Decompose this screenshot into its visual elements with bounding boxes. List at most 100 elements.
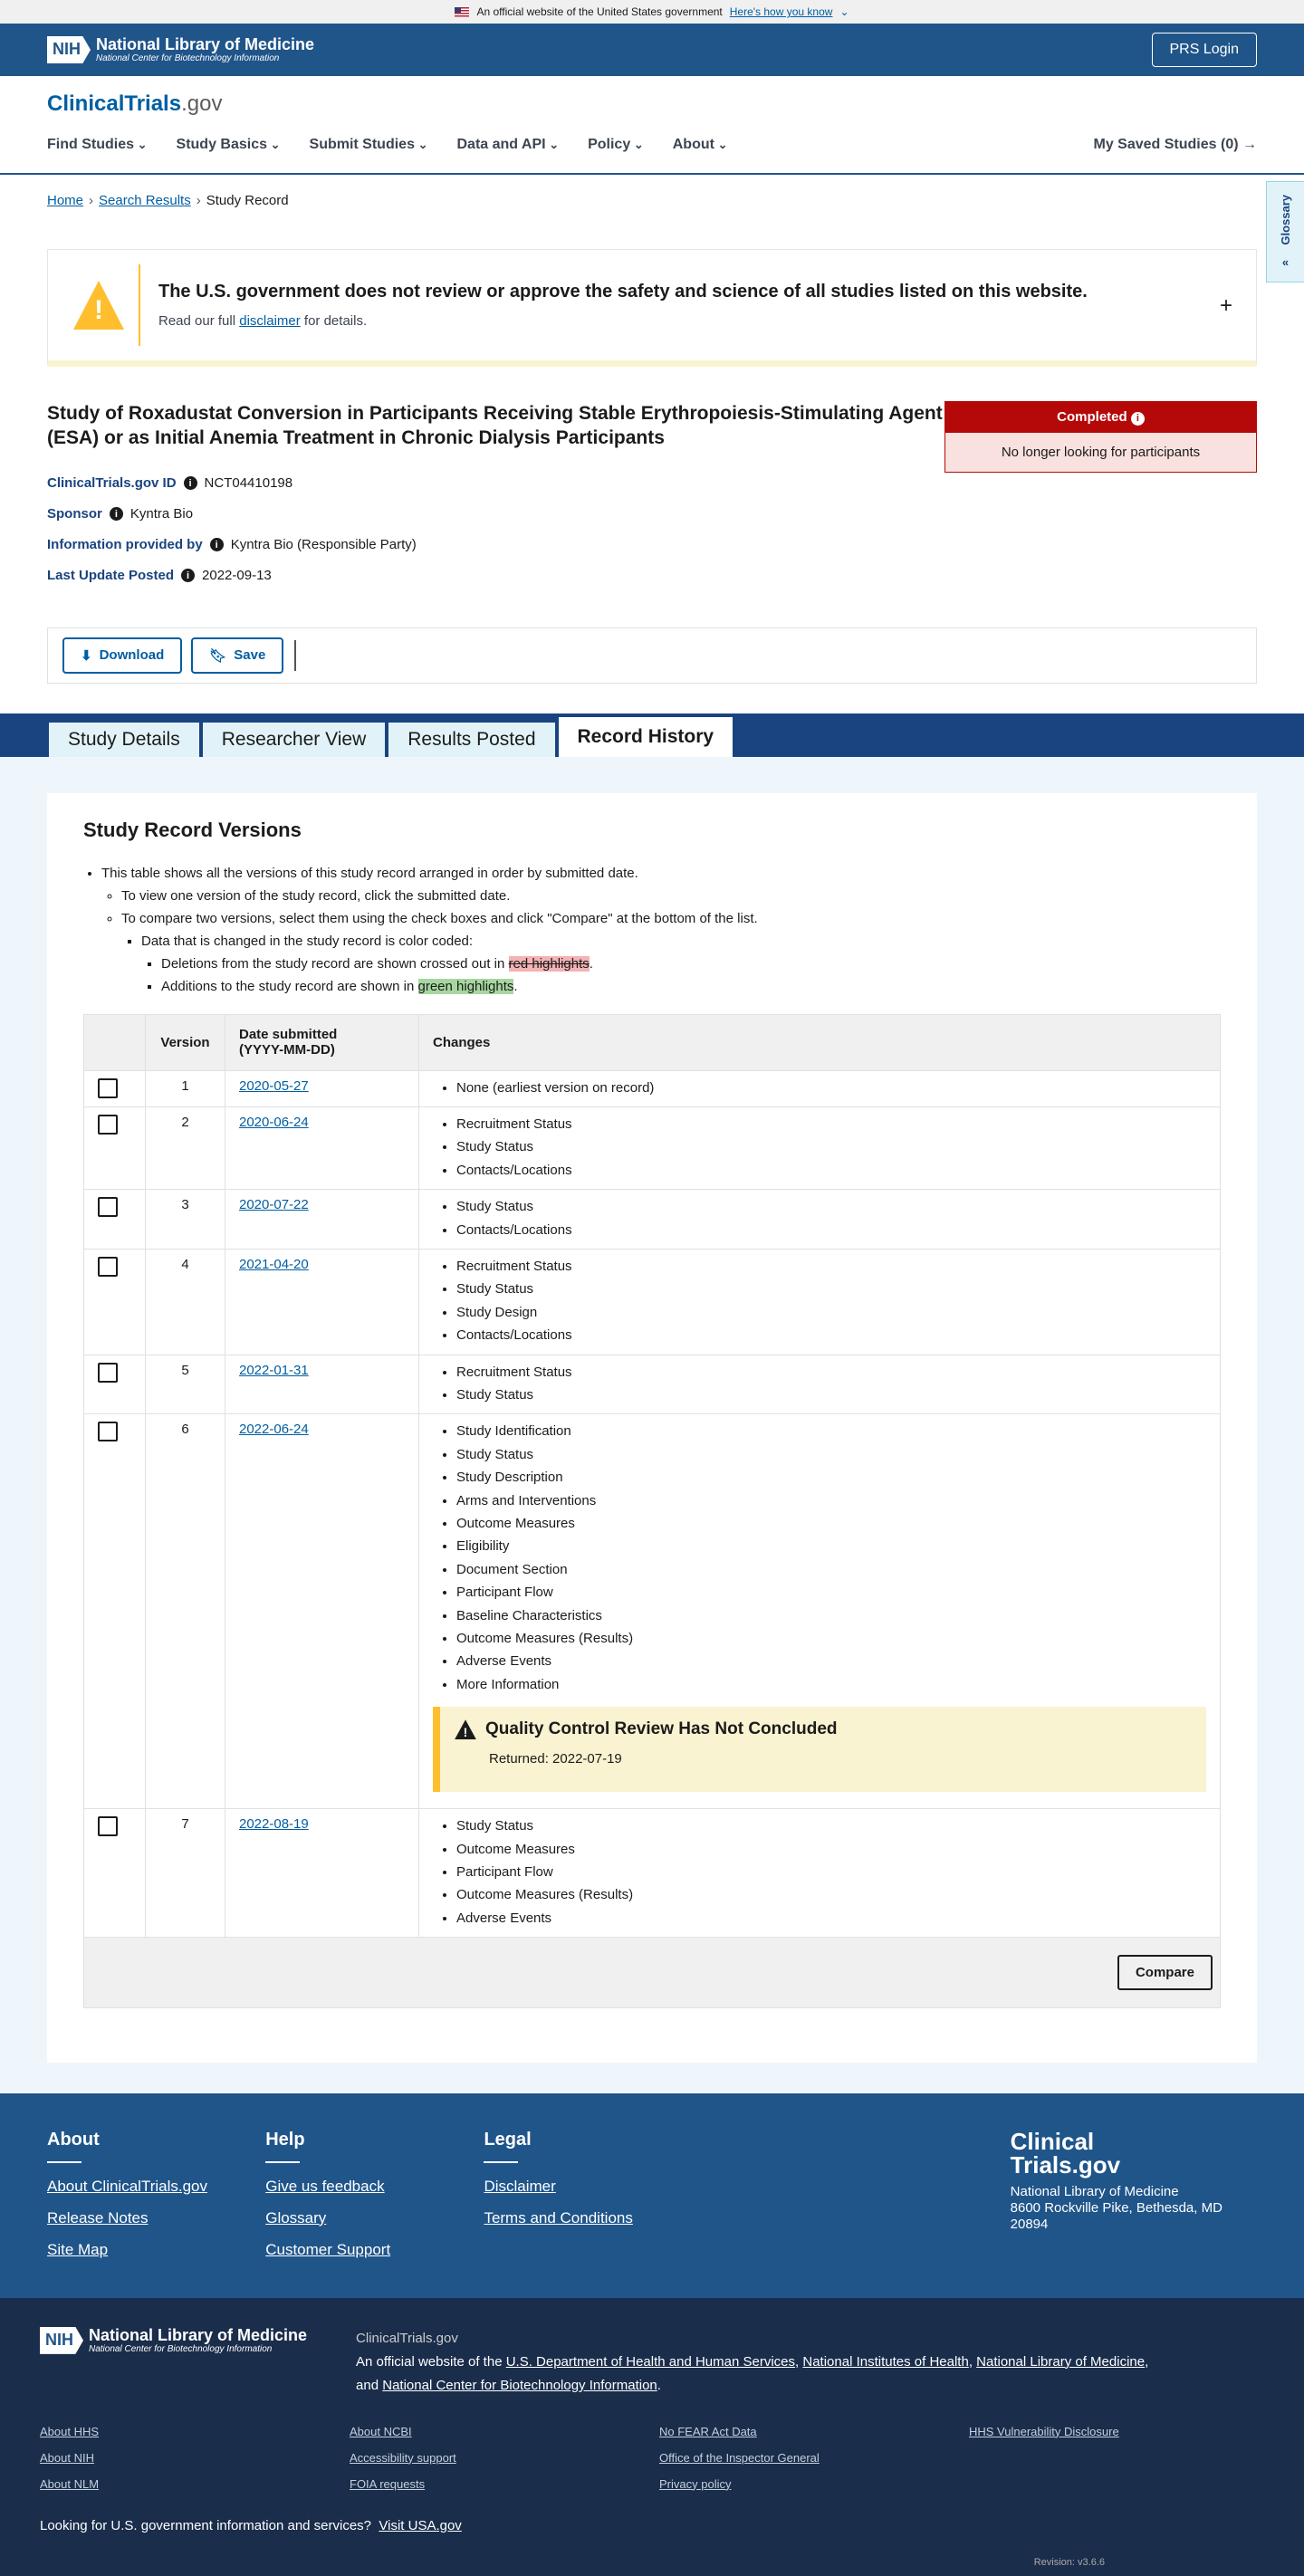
version-date-link[interactable]: 2020-05-27: [239, 1078, 309, 1094]
tab-researcher-view[interactable]: Researcher View: [200, 720, 388, 757]
logo-text: ClinicalTrials: [47, 91, 182, 116]
note-text: To compare two versions, select them usi…: [121, 910, 758, 926]
heres-how-link[interactable]: Here's how you know: [730, 5, 833, 18]
info-icon[interactable]: i: [1130, 411, 1145, 426]
hhs-link[interactable]: U.S. Department of Health and Human Serv…: [506, 2354, 795, 2370]
note: Deletions from the study record are show…: [161, 953, 1221, 975]
date-cell: 2022-08-19: [225, 1808, 419, 1939]
footer-link[interactable]: Glossary: [265, 2209, 484, 2227]
nav-about[interactable]: About: [673, 137, 728, 153]
version-checkbox[interactable]: [98, 1114, 118, 1135]
download-button[interactable]: ⬇ Download: [62, 637, 183, 674]
version-checkbox[interactable]: [98, 1362, 118, 1383]
info-icon[interactable]: i: [183, 476, 197, 490]
info-icon[interactable]: i: [209, 538, 224, 551]
date-cell: 2020-05-27: [225, 1069, 419, 1107]
note: This table shows all the versions of thi…: [101, 862, 1221, 998]
footer-gov-link[interactable]: About NCBI: [350, 2425, 659, 2438]
footer-link[interactable]: Release Notes: [47, 2209, 265, 2227]
footer-link[interactable]: Terms and Conditions: [484, 2209, 702, 2227]
footer-gov-link[interactable]: Privacy policy: [659, 2477, 969, 2491]
footer-gov-link[interactable]: Accessibility support: [350, 2451, 659, 2465]
footer-help-heading: Help: [265, 2129, 305, 2150]
version-date-link[interactable]: 2020-06-24: [239, 1115, 309, 1130]
footer-gov-link[interactable]: About NLM: [40, 2477, 350, 2491]
version-checkbox[interactable]: [98, 1256, 118, 1277]
nav-find-studies[interactable]: Find Studies: [47, 137, 148, 153]
changes-cell: Study StatusContacts/Locations: [418, 1189, 1221, 1250]
tab-results-posted[interactable]: Results Posted: [387, 720, 557, 757]
disclaimer-alert: ! The U.S. government does not review or…: [47, 249, 1257, 367]
version-checkbox[interactable]: [98, 1422, 118, 1442]
version-date-link[interactable]: 2022-08-19: [239, 1816, 309, 1832]
select-cell: [83, 1106, 146, 1191]
date-cell: 2022-06-24: [225, 1413, 419, 1810]
warning-icon: !: [73, 281, 124, 330]
prs-login-button[interactable]: PRS Login: [1151, 33, 1257, 67]
glossary-tab[interactable]: Glossary «: [1266, 181, 1304, 282]
footer-link[interactable]: Disclaimer: [484, 2178, 702, 2196]
footer-link[interactable]: Customer Support: [265, 2241, 484, 2259]
revision: Revision: v3.6.6: [1033, 2556, 1105, 2568]
main-nav: Find Studies Study Basics Submit Studies…: [47, 126, 1257, 173]
version-checkbox[interactable]: [98, 1197, 118, 1218]
change-item: Baseline Characteristics: [456, 1604, 1206, 1627]
version-date-link[interactable]: 2022-06-24: [239, 1422, 309, 1437]
nih-link[interactable]: National Institutes of Health: [802, 2354, 968, 2370]
study-title: Study of Roxadustat Conversion in Partic…: [47, 403, 943, 449]
version-checkbox[interactable]: [98, 1816, 118, 1837]
footer-gov-link[interactable]: No FEAR Act Data: [659, 2425, 969, 2438]
breadcrumb-search-results[interactable]: Search Results: [99, 193, 191, 208]
compare-button[interactable]: Compare: [1117, 1955, 1213, 1991]
expand-plus-icon[interactable]: +: [1220, 293, 1232, 319]
footer-address: 20894: [1010, 2216, 1049, 2232]
footer-link[interactable]: Give us feedback: [265, 2178, 484, 2196]
nlm-name: National Library of Medicine: [96, 34, 315, 53]
version-date-link[interactable]: 2022-01-31: [239, 1363, 309, 1378]
ncbi-link[interactable]: National Center for Biotechnology Inform…: [382, 2378, 657, 2393]
nlm-logo[interactable]: NIH National Library of Medicine Nationa…: [47, 34, 315, 63]
info-icon[interactable]: i: [109, 507, 123, 521]
info-icon[interactable]: i: [181, 569, 196, 582]
version-checkbox[interactable]: [98, 1077, 118, 1098]
tab-study-details[interactable]: Study Details: [47, 720, 201, 757]
footer-gov-link[interactable]: About HHS: [40, 2425, 350, 2438]
note: Additions to the study record are shown …: [161, 975, 1221, 998]
versions-table: Version Date submitted (YYYY-MM-DD) Chang…: [83, 1013, 1221, 2009]
meta-label: Sponsor: [47, 506, 102, 522]
nav-submit-studies[interactable]: Submit Studies: [310, 137, 428, 153]
version-date-link[interactable]: 2021-04-20: [239, 1257, 309, 1272]
footer-gov-link[interactable]: Office of the Inspector General: [659, 2451, 969, 2465]
footer-logo[interactable]: Clinical Trials.gov: [1011, 2130, 1257, 2177]
usa-gov-link[interactable]: Visit USA.gov: [379, 2518, 461, 2533]
version-number: 4: [145, 1248, 225, 1355]
footer-gov-link[interactable]: HHS Vulnerability Disclosure: [969, 2425, 1279, 2438]
meta-label: ClinicalTrials.gov ID: [47, 475, 177, 491]
nlm-footer-logo[interactable]: NIH National Library of Medicine Nationa…: [40, 2326, 307, 2354]
meta-label: Last Update Posted: [47, 568, 175, 583]
version-date-link[interactable]: 2020-07-22: [239, 1197, 309, 1212]
nlm-link[interactable]: National Library of Medicine: [976, 2354, 1145, 2370]
divider: [484, 2160, 519, 2163]
tab-record-history[interactable]: Record History: [556, 714, 735, 757]
gov-banner: An official website of the United States…: [0, 0, 1304, 24]
change-item: Study Design: [456, 1301, 1206, 1324]
ct-logo[interactable]: ClinicalTrials.gov: [47, 76, 1257, 126]
saved-studies-link[interactable]: My Saved Studies (0) →: [1094, 137, 1258, 153]
nav-data-api[interactable]: Data and API: [456, 137, 559, 153]
disclaimer-link[interactable]: disclaimer: [239, 313, 301, 329]
nav-study-basics[interactable]: Study Basics: [177, 137, 281, 153]
breadcrumb-home[interactable]: Home: [47, 193, 83, 208]
col-date-label: Date submitted: [239, 1027, 338, 1042]
date-cell: 2020-07-22: [225, 1189, 419, 1250]
footer-gov-link[interactable]: FOIA requests: [350, 2477, 659, 2491]
select-cell: [83, 1189, 146, 1250]
change-item: Outcome Measures (Results): [456, 1627, 1206, 1650]
footer-link[interactable]: About ClinicalTrials.gov: [47, 2178, 265, 2196]
footer-link[interactable]: Site Map: [47, 2241, 265, 2259]
change-item: Eligibility: [456, 1535, 1206, 1557]
save-button[interactable]: 🔖︎ Save: [191, 637, 284, 674]
version-number: 1: [145, 1069, 225, 1107]
footer-gov-link[interactable]: About NIH: [40, 2451, 350, 2465]
nav-policy[interactable]: Policy: [588, 137, 644, 153]
